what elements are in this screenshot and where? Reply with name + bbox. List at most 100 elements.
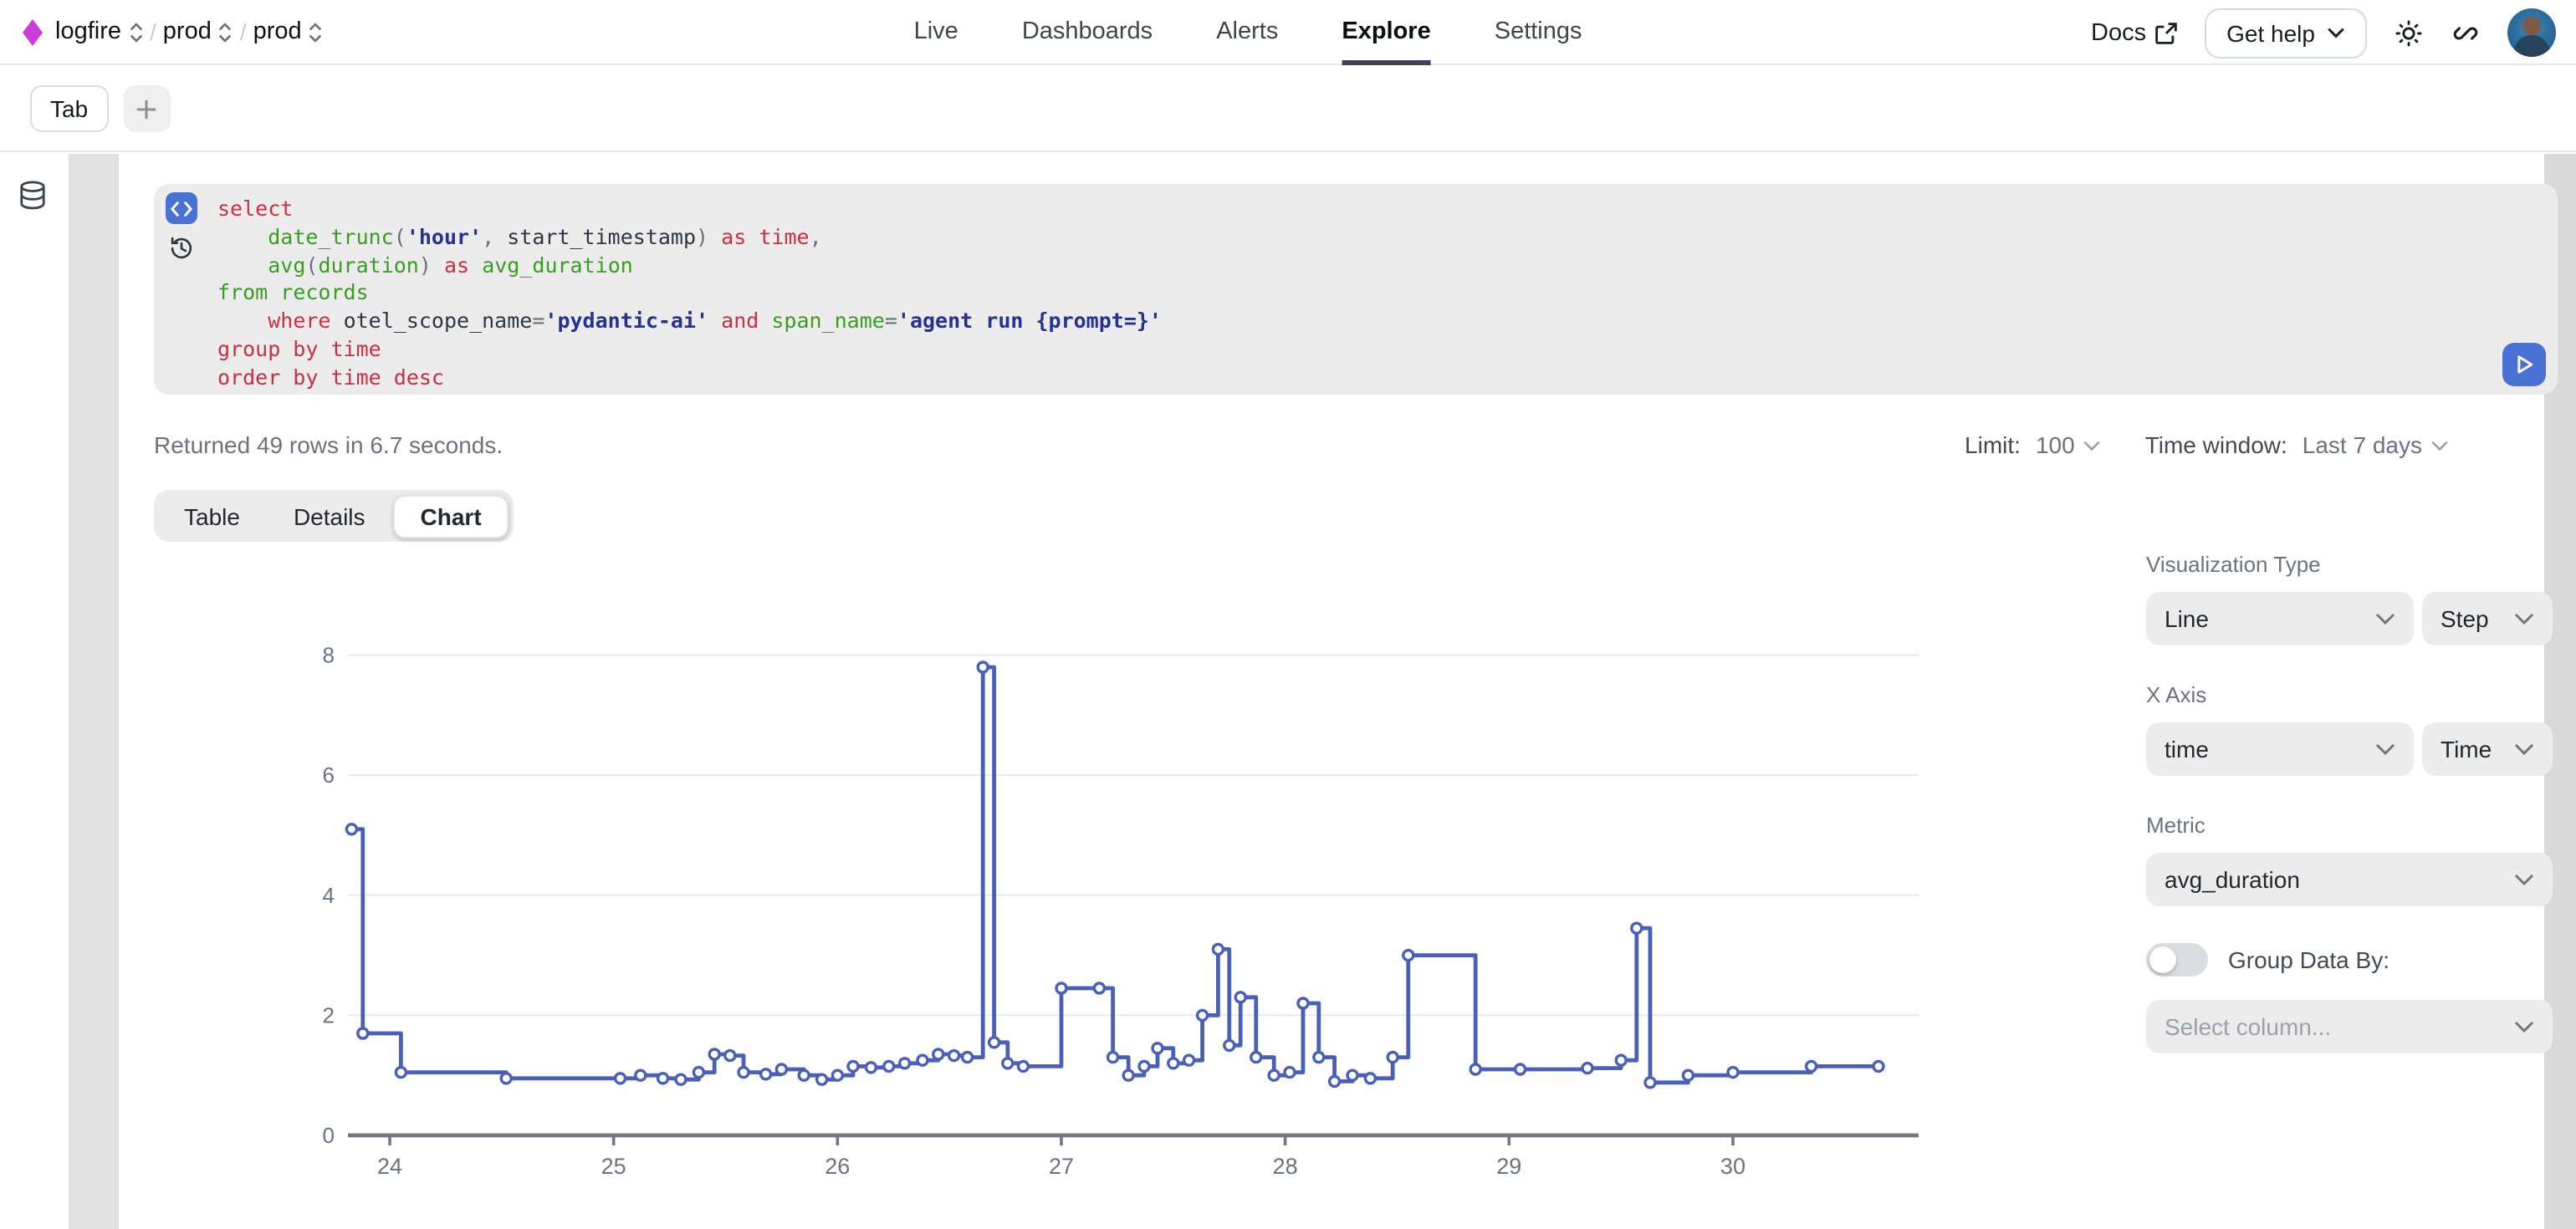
code-line: where otel_scope_name='pydantic-ai' and … [217,308,2491,336]
logfire-explore-page: logfire/prod/prod LiveDashboardsAlertsEx… [0,0,2576,1229]
docs-link[interactable]: Docs [2091,19,2178,46]
code-line: date_trunc('hour', start_timestamp) as t… [217,224,2491,252]
x-axis-kind-value: Time [2441,736,2492,762]
metric-value: avg_duration [2165,866,2300,893]
history-clock-icon [169,236,194,261]
toggle-knob [2149,946,2176,973]
metric-label: Metric [2146,813,2553,838]
sort-chevrons-icon [218,21,233,43]
breadcrumb-items: logfire/prod/prod [55,18,324,45]
breadcrumb: logfire/prod/prod [0,18,324,46]
get-help-button[interactable]: Get help [2205,8,2367,58]
nav-item-alerts[interactable]: Alerts [1216,0,1278,65]
share-link-button[interactable] [2451,18,2481,48]
limit-value: 100 [2036,431,2075,458]
svg-text:2: 2 [323,1002,335,1028]
code-line: from records [217,280,2491,309]
view-tab-chart[interactable]: Chart [394,494,509,538]
query-options: Limit: 100 Time window: Last 7 days [1965,431,2449,458]
group-column-placeholder: Select column... [2165,1013,2331,1040]
code-brackets-icon [171,200,192,217]
limit-select[interactable]: 100 [2036,431,2102,458]
code-line: select [217,196,2491,224]
result-count-text: Returned 49 rows in 6.7 seconds. [154,431,503,458]
limit-option: Limit: 100 [1965,431,2102,458]
time-window-option: Time window: Last 7 days [2145,431,2449,458]
result-chart: 0246824252627282930 [301,632,1940,1209]
sun-icon [2394,18,2424,48]
add-tab-button[interactable] [123,85,170,132]
breadcrumb-item[interactable]: logfire [55,18,143,45]
svg-text:8: 8 [323,643,335,668]
query-tab[interactable]: Tab [30,85,108,132]
limit-label: Limit: [1965,431,2021,458]
get-help-label: Get help [2226,19,2315,46]
avatar[interactable] [2507,8,2556,57]
time-window-value: Last 7 days [2303,431,2422,458]
breadcrumb-separator: / [150,18,156,45]
logfire-logo-icon [22,18,43,46]
viz-type-value: Line [2165,605,2209,632]
group-column-select[interactable]: Select column... [2146,1000,2553,1053]
line-style-select[interactable]: Step [2422,592,2553,645]
svg-text:4: 4 [323,883,335,908]
x-axis-label: X Axis [2146,682,2553,707]
database-cylinder-icon [18,181,47,211]
x-axis-kind-select[interactable]: Time [2422,722,2553,776]
link-icon [2451,18,2481,48]
chevron-down-icon [2327,27,2345,38]
time-window-select[interactable]: Last 7 days [2303,431,2449,458]
sql-editor: select date_trunc('hour', start_timestam… [154,184,2558,395]
x-axis-column-select[interactable]: time [2146,722,2414,776]
svg-text:29: 29 [1496,1154,1521,1179]
chevron-down-icon [2514,742,2534,756]
viz-type-select[interactable]: Line [2146,592,2414,645]
chevron-down-icon [2083,439,2102,451]
header-right: Docs Get help [2091,0,2556,65]
chevron-down-icon [2430,439,2449,451]
svg-text:30: 30 [1720,1154,1745,1179]
nav-item-settings[interactable]: Settings [1495,0,1582,65]
status-row: Returned 49 rows in 6.7 seconds. Limit: … [154,431,2496,468]
query-history-button[interactable] [169,236,194,269]
svg-text:24: 24 [377,1154,402,1179]
run-query-button[interactable] [2502,343,2546,386]
format-code-button[interactable] [166,192,197,224]
code-line: avg(duration) as avg_duration [217,252,2491,280]
external-link-icon [2154,21,2178,44]
breadcrumb-item[interactable]: prod [253,18,324,45]
group-data-toggle[interactable] [2146,943,2208,977]
nav-item-live[interactable]: Live [914,0,958,65]
svg-text:28: 28 [1273,1154,1298,1179]
time-window-label: Time window: [2145,431,2287,458]
database-icon[interactable] [18,181,47,219]
step-line-chart: 0246824252627282930 [301,632,1940,1209]
svg-text:26: 26 [825,1154,850,1179]
line-style-value: Step [2441,605,2489,632]
nav-item-dashboards[interactable]: Dashboards [1022,0,1153,65]
metric-select[interactable]: avg_duration [2146,853,2553,906]
group-data-row: Group Data By: [2146,943,2553,977]
panel-resize-strip[interactable] [69,154,119,1229]
x-axis-column-value: time [2165,736,2209,762]
chevron-down-icon [2514,612,2534,625]
app-header: logfire/prod/prod LiveDashboardsAlertsEx… [0,0,2576,65]
view-tabs: TableDetailsChart [154,490,514,542]
breadcrumb-separator: / [240,18,247,45]
svg-text:0: 0 [323,1123,335,1148]
breadcrumb-item[interactable]: prod [163,18,233,45]
view-tab-table[interactable]: Table [159,496,265,536]
view-tab-details[interactable]: Details [268,496,391,536]
nav-item-explore[interactable]: Explore [1342,0,1430,65]
code-line: group by time [217,336,2491,365]
chevron-down-icon [2514,1020,2534,1033]
svg-text:27: 27 [1049,1154,1074,1179]
play-icon [2512,353,2536,376]
theme-toggle-button[interactable] [2394,18,2424,48]
sql-code-input[interactable]: select date_trunc('hour', start_timestam… [217,196,2491,388]
plus-icon [135,98,157,120]
group-data-label: Group Data By: [2228,946,2389,973]
left-rail [0,154,69,1229]
code-line: order by time desc [217,365,2491,393]
svg-text:6: 6 [323,762,335,788]
